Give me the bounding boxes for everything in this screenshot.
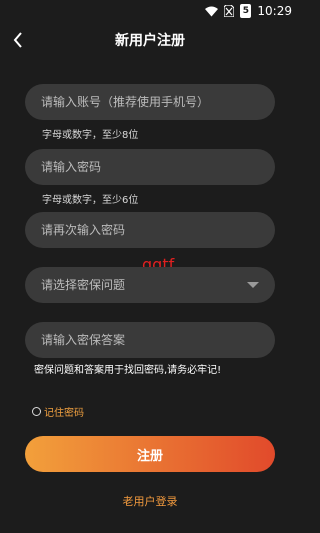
security-answer-input[interactable]: [41, 333, 259, 347]
remember-password-toggle[interactable]: 记住密码: [32, 404, 84, 419]
password-input[interactable]: [41, 160, 259, 174]
header: 新用户注册: [0, 22, 300, 58]
wifi-icon: [205, 6, 219, 17]
radio-icon[interactable]: [32, 407, 41, 416]
security-question-input[interactable]: [41, 278, 241, 292]
security-warning: 密保问题和答案用于找回密码,请务必牢记!: [34, 365, 222, 376]
dropdown-arrow-icon[interactable]: [247, 282, 259, 288]
remember-password-label[interactable]: 记住密码: [44, 404, 84, 419]
account-field[interactable]: [25, 84, 275, 120]
password-field[interactable]: [25, 149, 275, 185]
account-hint: 字母或数字，至少8位: [42, 130, 139, 141]
no-sim-icon: [224, 5, 235, 17]
existing-user-login-link[interactable]: 老用户登录: [0, 493, 300, 509]
confirm-password-field[interactable]: [25, 212, 275, 248]
status-bar: 5 10:29: [0, 0, 300, 22]
security-question-select[interactable]: [25, 267, 275, 303]
account-input[interactable]: [41, 95, 259, 109]
security-answer-field[interactable]: [25, 322, 275, 358]
page-title: 新用户注册: [115, 33, 185, 49]
battery-icon: 5: [240, 4, 252, 18]
status-time: 10:29: [257, 4, 292, 18]
confirm-password-input[interactable]: [41, 223, 259, 237]
password-hint: 字母或数字，至少6位: [42, 195, 139, 206]
register-button[interactable]: 注册: [25, 436, 275, 472]
